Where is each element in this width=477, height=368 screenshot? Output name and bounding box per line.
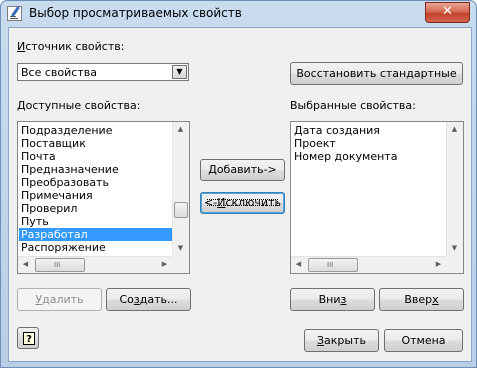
horizontal-scroll-thumb[interactable]: III [308, 258, 358, 272]
list-item[interactable]: Номер документа [292, 150, 442, 163]
selected-properties-list[interactable]: Дата создания Проект Номер документа ▲ ▼ ◀… [290, 121, 464, 274]
source-label: Источник свойств: [17, 40, 125, 53]
add-button[interactable]: Добавить-> [200, 159, 285, 181]
selected-vertical-scrollbar[interactable]: ▲ ▼ [446, 122, 463, 256]
list-item[interactable]: Распоряжение [19, 241, 172, 254]
scrollbar-corner [446, 256, 463, 273]
list-item[interactable]: Предназначение [19, 163, 172, 176]
dialog-window: Выбор просматриваемых свойств ✕ Источник… [0, 0, 477, 368]
create-button[interactable]: Создать... [106, 288, 191, 311]
scroll-right-icon[interactable]: ▶ [157, 257, 172, 272]
help-icon: ? [23, 332, 35, 345]
scroll-grip: III [327, 261, 334, 269]
list-item[interactable]: Почта [19, 150, 172, 163]
available-vertical-scrollbar[interactable]: ▲ ▼ [172, 122, 189, 256]
scroll-down-icon[interactable]: ▼ [447, 241, 462, 256]
scroll-grip: III [54, 261, 61, 269]
selected-properties-label: Выбранные свойства: [290, 99, 416, 112]
delete-button[interactable]: Удалить [17, 288, 102, 311]
window-title: Выбор просматриваемых свойств [29, 6, 242, 20]
restore-defaults-button[interactable]: Восстановить стандартные [290, 62, 463, 85]
list-item[interactable]: Примечания [19, 189, 172, 202]
available-properties-list[interactable]: Подразделение Поставщик Почта Предназначени… [17, 121, 190, 274]
list-item[interactable]: Подразделение [19, 124, 172, 137]
scroll-right-icon[interactable]: ▶ [431, 257, 446, 272]
list-item[interactable]: Путь [19, 215, 172, 228]
scroll-left-icon[interactable]: ◀ [18, 257, 33, 272]
available-properties-label: Доступные свойства: [17, 99, 141, 112]
move-down-button[interactable]: Вниз [290, 288, 375, 311]
horizontal-scroll-thumb[interactable]: III [35, 258, 85, 272]
close-button[interactable]: Закрыть [304, 329, 379, 352]
list-item[interactable]: Проект [292, 137, 442, 150]
chevron-down-icon[interactable]: ▼ [172, 65, 187, 79]
selected-horizontal-scrollbar[interactable]: ◀ III ▶ [291, 256, 446, 273]
list-item[interactable]: Поставщик [19, 137, 172, 150]
available-horizontal-scrollbar[interactable]: ◀ III ▶ [18, 256, 172, 273]
cancel-button[interactable]: Отмена [384, 329, 463, 352]
list-item[interactable]: Проверил [19, 202, 172, 215]
source-select[interactable]: Все свойства ▼ [17, 63, 189, 81]
vertical-scroll-thumb[interactable] [174, 202, 188, 218]
document-properties-icon [7, 6, 22, 21]
scroll-up-icon[interactable]: ▲ [173, 122, 188, 137]
title-bar[interactable]: Выбор просматриваемых свойств ✕ [1, 1, 476, 27]
close-icon[interactable]: ✕ [425, 2, 470, 23]
help-button[interactable]: ? [17, 327, 39, 349]
move-up-button[interactable]: Вверх [379, 288, 464, 311]
scroll-up-icon[interactable]: ▲ [447, 122, 462, 137]
list-item[interactable]: Преобразовать [19, 176, 172, 189]
list-item[interactable]: Дата создания [292, 124, 442, 137]
dialog-body: Источник свойств: Все свойства ▼ Восстан… [8, 27, 472, 362]
source-select-value: Все свойства [21, 66, 97, 79]
remove-button[interactable]: <-Исключить [200, 192, 285, 214]
scrollbar-corner [172, 256, 189, 273]
list-item[interactable]: Разработал [19, 228, 172, 241]
scroll-left-icon[interactable]: ◀ [291, 257, 306, 272]
scroll-down-icon[interactable]: ▼ [173, 241, 188, 256]
